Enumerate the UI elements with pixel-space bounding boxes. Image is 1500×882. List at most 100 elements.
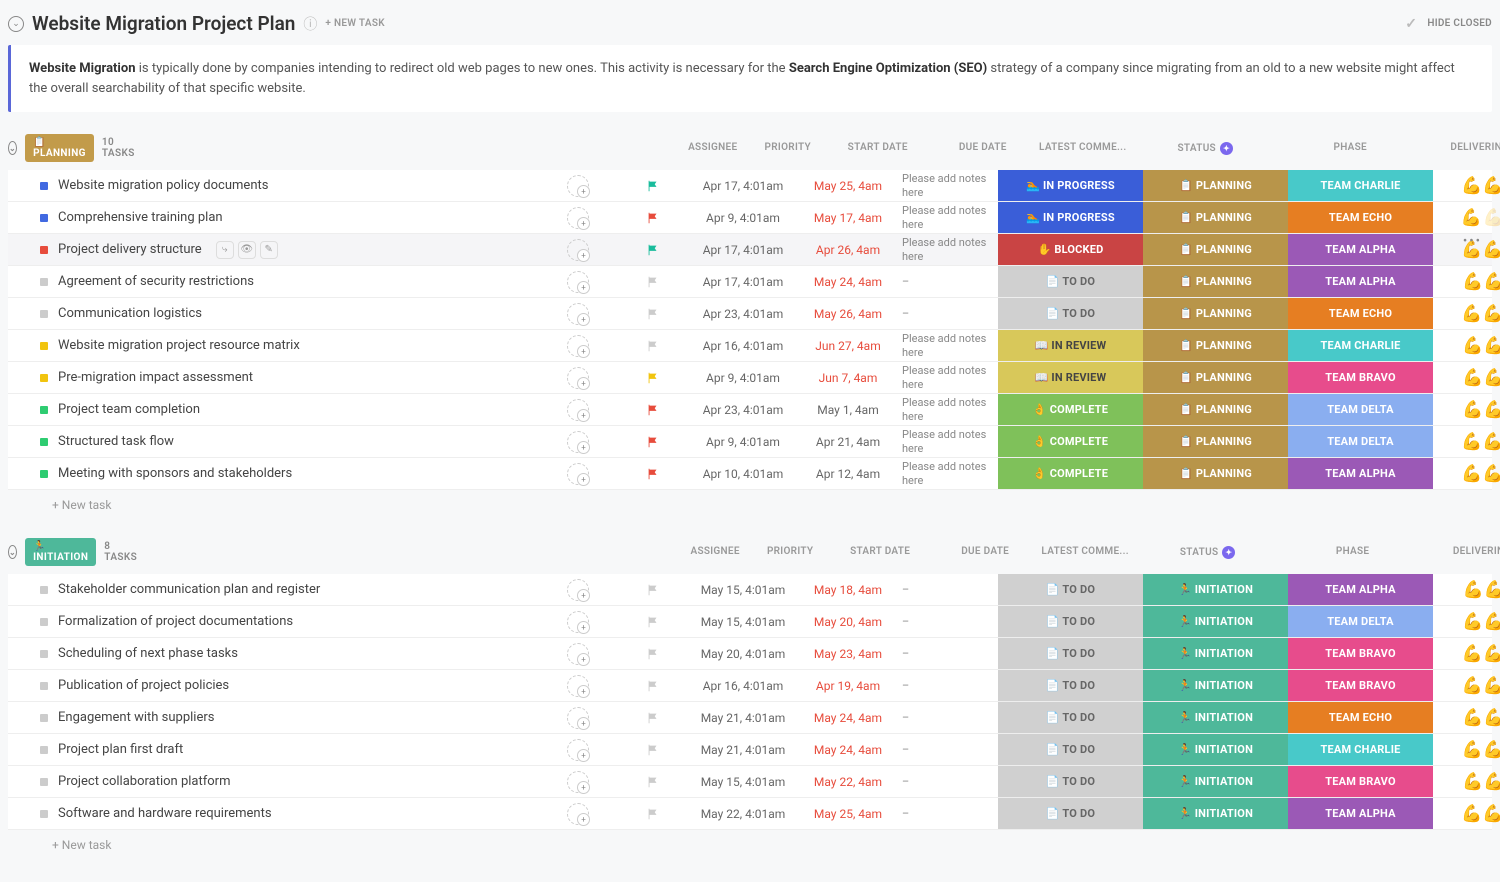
effort-cell[interactable]: 💪💪💪💪💪 bbox=[1433, 426, 1500, 457]
task-name[interactable]: Stakeholder communication plan and regis… bbox=[58, 582, 320, 597]
more-icon[interactable]: ••• bbox=[1463, 234, 1482, 249]
team-cell[interactable]: TEAM ECHO bbox=[1288, 202, 1433, 233]
latest-comment[interactable]: Please add notes here bbox=[898, 394, 998, 425]
status-square-icon[interactable] bbox=[40, 278, 48, 286]
phase-cell[interactable]: 📋 PLANNING bbox=[1143, 330, 1288, 361]
start-date[interactable]: Apr 23, 4:01am bbox=[688, 298, 798, 329]
status-cell[interactable]: 🏊 IN PROGRESS bbox=[998, 170, 1143, 201]
task-row[interactable]: Project delivery structure ⤷👁✎ Apr 17, 4… bbox=[8, 234, 1492, 266]
status-cell[interactable]: 📄 TO DO bbox=[998, 798, 1143, 829]
task-row[interactable]: Meeting with sponsors and stakeholders A… bbox=[8, 458, 1492, 490]
section-collapse-icon[interactable]: ⌄ bbox=[8, 545, 17, 559]
team-cell[interactable]: TEAM ALPHA bbox=[1288, 458, 1433, 489]
priority-flag[interactable] bbox=[618, 766, 688, 797]
due-date[interactable]: May 24, 4am bbox=[798, 702, 898, 733]
phase-cell[interactable]: 📋 PLANNING bbox=[1143, 234, 1288, 265]
phase-cell[interactable]: 🏃 INITIATION bbox=[1143, 798, 1288, 829]
priority-flag[interactable] bbox=[618, 458, 688, 489]
task-name[interactable]: Project delivery structure bbox=[58, 242, 202, 257]
assignee-avatar[interactable] bbox=[567, 579, 589, 601]
latest-comment[interactable]: – bbox=[898, 766, 998, 797]
assignee-avatar[interactable] bbox=[567, 175, 589, 197]
col-phase[interactable]: PHASE bbox=[1278, 138, 1423, 159]
latest-comment[interactable]: – bbox=[898, 734, 998, 765]
team-cell[interactable]: TEAM ALPHA bbox=[1288, 798, 1433, 829]
assignee-avatar[interactable] bbox=[567, 643, 589, 665]
team-cell[interactable]: TEAM ECHO bbox=[1288, 298, 1433, 329]
assignee-avatar[interactable] bbox=[567, 399, 589, 421]
status-square-icon[interactable] bbox=[40, 246, 48, 254]
priority-flag[interactable] bbox=[618, 574, 688, 605]
effort-cell[interactable]: 💪💪💪💪💪 bbox=[1433, 170, 1500, 201]
due-date[interactable]: Jun 7, 4am bbox=[798, 362, 898, 393]
effort-cell[interactable]: 💪💪💪💪💪 bbox=[1433, 638, 1500, 669]
task-name[interactable]: Comprehensive training plan bbox=[58, 210, 223, 225]
assignee-avatar[interactable] bbox=[567, 239, 589, 261]
start-date[interactable]: May 21, 4:01am bbox=[688, 734, 798, 765]
start-date[interactable]: Apr 16, 4:01am bbox=[688, 330, 798, 361]
task-row[interactable]: Engagement with suppliers May 21, 4:01am… bbox=[8, 702, 1492, 734]
due-date[interactable]: Apr 26, 4am bbox=[798, 234, 898, 265]
new-task-row[interactable]: + New task bbox=[8, 830, 1492, 860]
latest-comment[interactable]: Please add notes here bbox=[898, 330, 998, 361]
status-square-icon[interactable] bbox=[40, 214, 48, 222]
due-date[interactable]: May 22, 4am bbox=[798, 766, 898, 797]
priority-flag[interactable] bbox=[618, 606, 688, 637]
phase-cell[interactable]: 📋 PLANNING bbox=[1143, 394, 1288, 425]
tag-icon[interactable]: 👁 bbox=[238, 241, 256, 259]
priority-flag[interactable] bbox=[618, 638, 688, 669]
effort-cell[interactable]: 💪💪💪💪💪 bbox=[1433, 766, 1500, 797]
due-date[interactable]: May 20, 4am bbox=[798, 606, 898, 637]
status-square-icon[interactable] bbox=[40, 586, 48, 594]
col-team[interactable]: DELIVERING TEAM bbox=[1425, 542, 1500, 563]
phase-cell[interactable]: 🏃 INITIATION bbox=[1143, 670, 1288, 701]
latest-comment[interactable]: – bbox=[898, 798, 998, 829]
task-row[interactable]: Software and hardware requirements May 2… bbox=[8, 798, 1492, 830]
team-cell[interactable]: TEAM ALPHA bbox=[1288, 266, 1433, 297]
start-date[interactable]: May 21, 4:01am bbox=[688, 702, 798, 733]
latest-comment[interactable]: – bbox=[898, 606, 998, 637]
priority-flag[interactable] bbox=[618, 362, 688, 393]
status-square-icon[interactable] bbox=[40, 182, 48, 190]
col-priority[interactable]: PRIORITY bbox=[755, 542, 825, 563]
start-date[interactable]: Apr 17, 4:01am bbox=[688, 234, 798, 265]
status-square-icon[interactable] bbox=[40, 682, 48, 690]
status-square-icon[interactable] bbox=[40, 714, 48, 722]
team-cell[interactable]: TEAM ALPHA bbox=[1288, 234, 1433, 265]
start-date[interactable]: May 20, 4:01am bbox=[688, 638, 798, 669]
status-cell[interactable]: 📖 IN REVIEW bbox=[998, 362, 1143, 393]
task-name[interactable]: Engagement with suppliers bbox=[58, 710, 214, 725]
effort-cell[interactable]: 💪💪💪💪💪 bbox=[1433, 298, 1500, 329]
latest-comment[interactable]: Please add notes here bbox=[898, 426, 998, 457]
team-cell[interactable]: TEAM BRAVO bbox=[1288, 670, 1433, 701]
team-cell[interactable]: TEAM DELTA bbox=[1288, 426, 1433, 457]
latest-comment[interactable]: Please add notes here bbox=[898, 170, 998, 201]
task-row[interactable]: Publication of project policies Apr 16, … bbox=[8, 670, 1492, 702]
effort-cell[interactable]: 💪💪💪💪💪 bbox=[1433, 606, 1500, 637]
latest-comment[interactable]: – bbox=[898, 670, 998, 701]
start-date[interactable]: May 22, 4:01am bbox=[688, 798, 798, 829]
status-cell[interactable]: 📄 TO DO bbox=[998, 606, 1143, 637]
task-row[interactable]: Website migration project resource matri… bbox=[8, 330, 1492, 362]
assignee-avatar[interactable] bbox=[567, 707, 589, 729]
assignee-avatar[interactable] bbox=[567, 271, 589, 293]
check-icon[interactable]: ✓ bbox=[1405, 16, 1417, 32]
priority-flag[interactable] bbox=[618, 330, 688, 361]
phase-cell[interactable]: 🏃 INITIATION bbox=[1143, 766, 1288, 797]
task-name[interactable]: Scheduling of next phase tasks bbox=[58, 646, 238, 661]
priority-flag[interactable] bbox=[618, 298, 688, 329]
col-start[interactable]: START DATE bbox=[823, 138, 933, 159]
team-cell[interactable]: TEAM BRAVO bbox=[1288, 362, 1433, 393]
due-date[interactable]: Jun 27, 4am bbox=[798, 330, 898, 361]
team-cell[interactable]: TEAM BRAVO bbox=[1288, 766, 1433, 797]
phase-cell[interactable]: 🏃 INITIATION bbox=[1143, 702, 1288, 733]
col-due[interactable]: DUE DATE bbox=[933, 138, 1033, 159]
status-cell[interactable]: 🏊 IN PROGRESS bbox=[998, 202, 1143, 233]
task-row[interactable]: Project team completion Apr 23, 4:01am M… bbox=[8, 394, 1492, 426]
col-status[interactable]: STATUS✦ bbox=[1133, 138, 1278, 159]
priority-flag[interactable] bbox=[618, 170, 688, 201]
latest-comment[interactable]: – bbox=[898, 638, 998, 669]
phase-cell[interactable]: 📋 PLANNING bbox=[1143, 426, 1288, 457]
task-row[interactable]: Stakeholder communication plan and regis… bbox=[8, 574, 1492, 606]
latest-comment[interactable]: – bbox=[898, 702, 998, 733]
